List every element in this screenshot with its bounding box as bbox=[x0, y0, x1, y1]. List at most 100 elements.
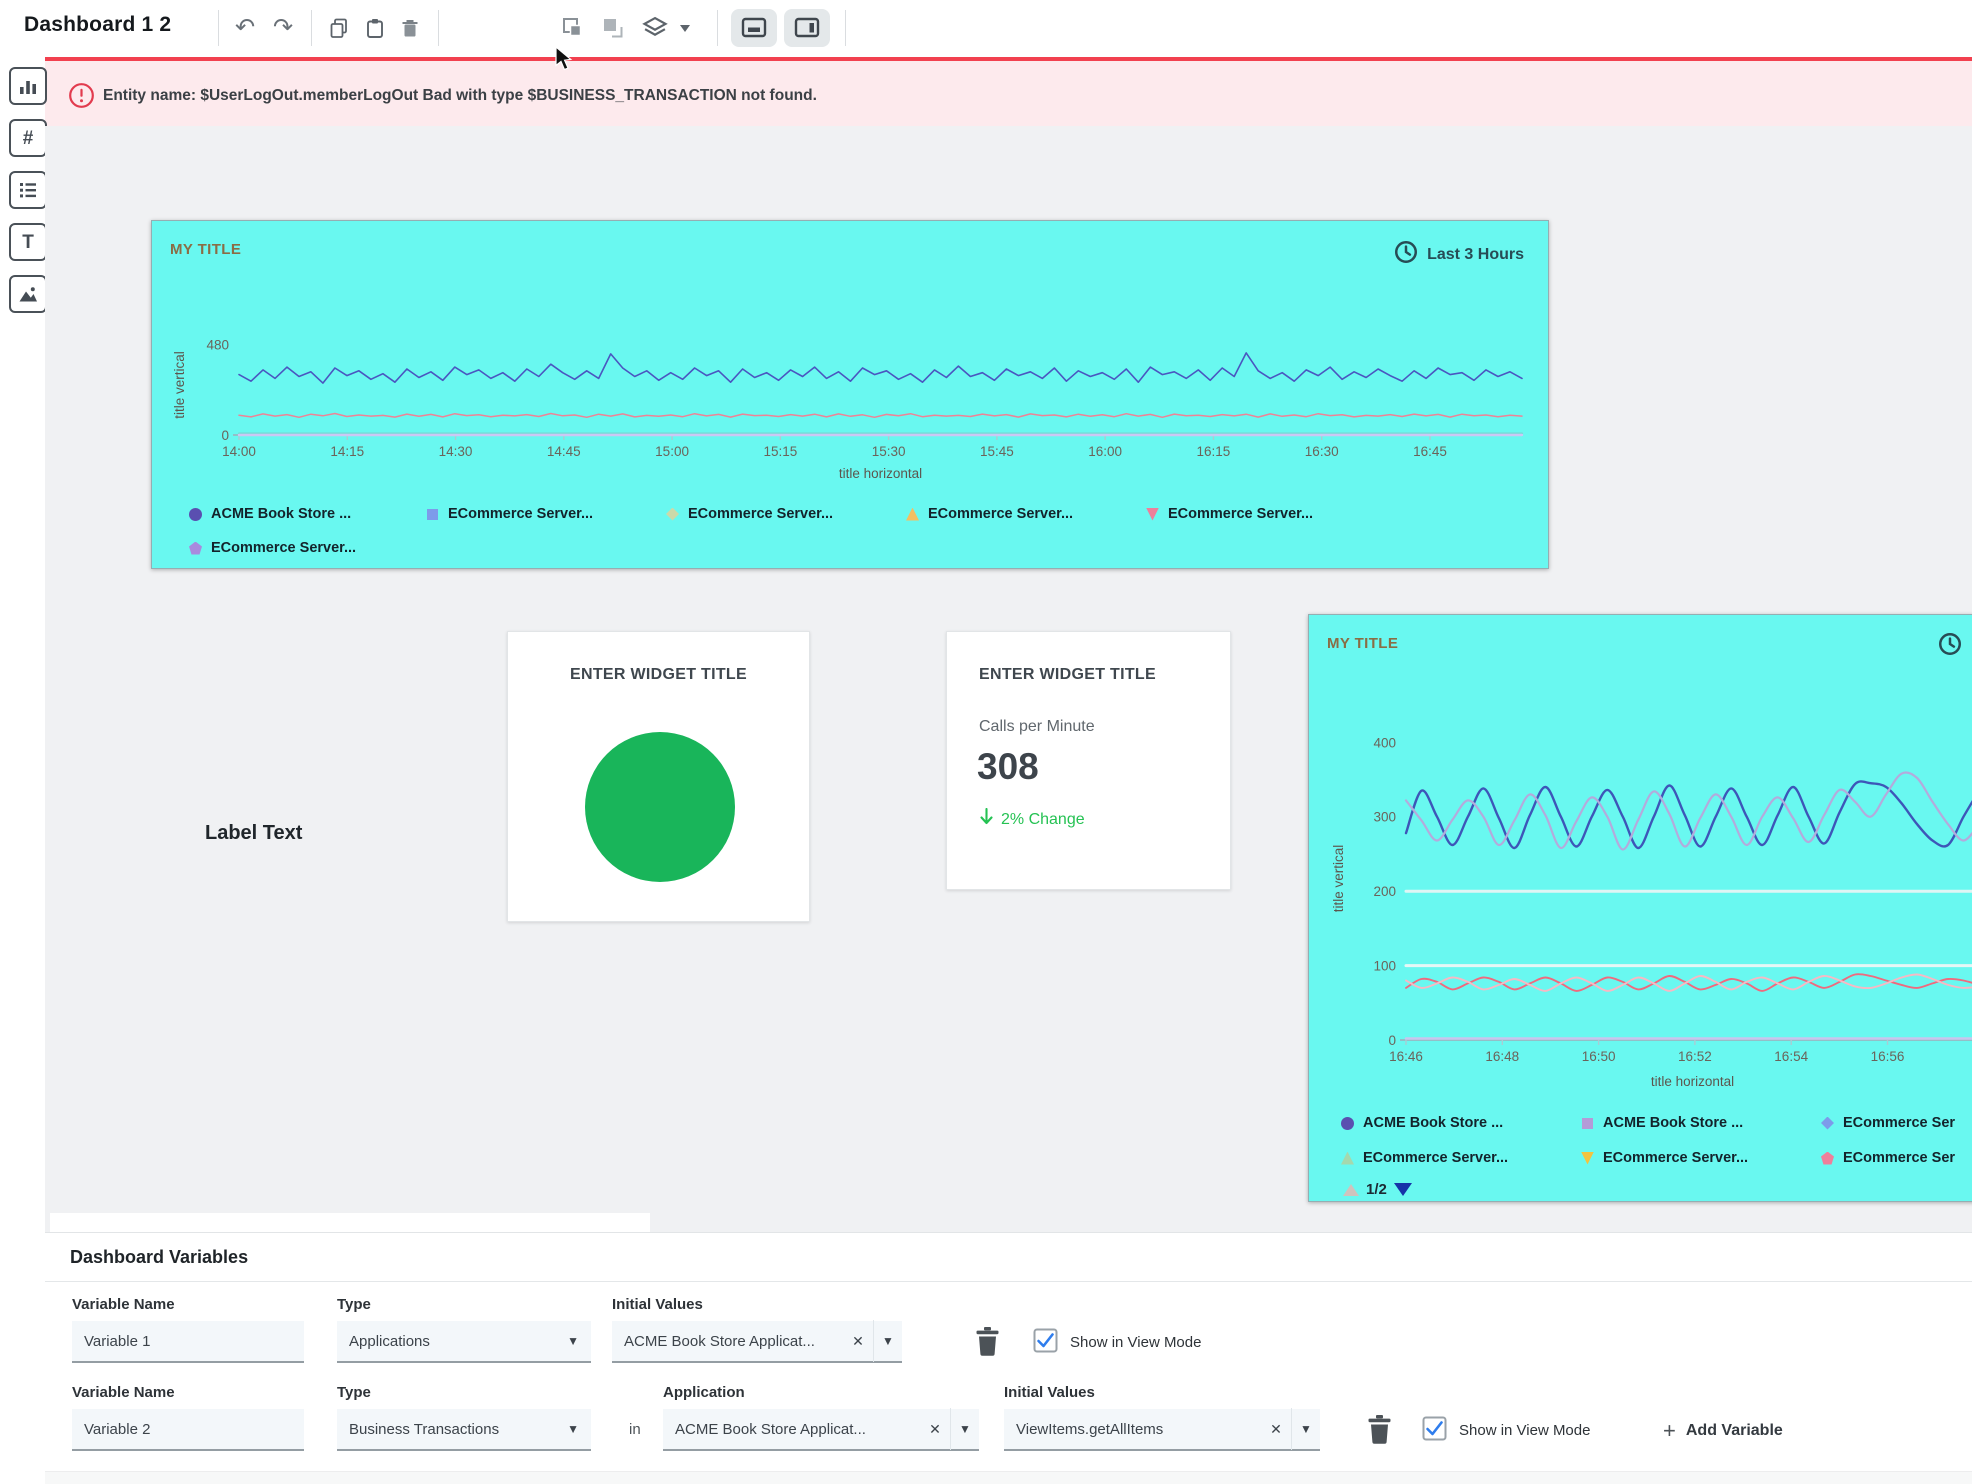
legend-item: ECommerce Server... bbox=[666, 506, 833, 522]
type-label: Type bbox=[337, 1384, 371, 1401]
type-label: Type bbox=[337, 1296, 371, 1313]
type-select[interactable]: Business Transactions▼ bbox=[337, 1409, 591, 1451]
svg-text:16:15: 16:15 bbox=[1197, 444, 1231, 459]
paste-icon[interactable] bbox=[358, 11, 392, 45]
initial-values-select[interactable]: ACME Book Store Applicat... ✕ ▼ bbox=[612, 1321, 902, 1363]
legend-item: ECommerce Server... bbox=[1146, 506, 1313, 522]
metric-widget[interactable]: ENTER WIDGET TITLE Calls per Minute 308 … bbox=[946, 631, 1231, 890]
label-widget[interactable]: Label Text bbox=[205, 822, 302, 845]
panel-right-toggle[interactable] bbox=[784, 9, 830, 47]
toolbar-divider bbox=[438, 10, 439, 46]
delete-variable-icon[interactable] bbox=[975, 1327, 1000, 1361]
timeseries-chart-1: 048014:0014:1514:3014:4515:0015:1515:301… bbox=[167, 321, 1537, 496]
svg-text:16:45: 16:45 bbox=[1413, 444, 1447, 459]
page-up-icon[interactable] bbox=[1343, 1184, 1359, 1196]
group-icon[interactable] bbox=[556, 11, 590, 45]
redo-icon[interactable]: ↷ bbox=[266, 11, 300, 45]
svg-text:16:46: 16:46 bbox=[1389, 1049, 1423, 1064]
svg-text:16:48: 16:48 bbox=[1485, 1049, 1519, 1064]
chevron-down-icon[interactable]: ▼ bbox=[1292, 1422, 1320, 1436]
triangle-down-marker-icon bbox=[1581, 1152, 1594, 1165]
variable-name-input[interactable]: Variable 2 bbox=[72, 1409, 304, 1451]
application-select[interactable]: ACME Book Store Applicat... ✕ ▼ bbox=[663, 1409, 979, 1451]
clear-value-icon[interactable]: ✕ bbox=[1261, 1421, 1291, 1438]
page-down-icon[interactable] bbox=[1394, 1183, 1412, 1196]
svg-text:0: 0 bbox=[1388, 1033, 1396, 1048]
triangle-down-marker-icon bbox=[1146, 508, 1159, 521]
image-widget-icon[interactable] bbox=[9, 275, 47, 313]
chevron-down-icon[interactable]: ▼ bbox=[874, 1334, 902, 1348]
chart-widget-icon[interactable] bbox=[9, 67, 47, 105]
pie-circle bbox=[585, 732, 735, 882]
svg-text:15:45: 15:45 bbox=[980, 444, 1014, 459]
variable-name-label: Variable Name bbox=[72, 1384, 175, 1401]
legend-label: ECommerce Ser bbox=[1843, 1150, 1955, 1166]
ungroup-icon[interactable] bbox=[596, 11, 630, 45]
number-widget-icon[interactable]: # bbox=[9, 119, 47, 157]
svg-text:16:30: 16:30 bbox=[1305, 444, 1339, 459]
widget-title: ENTER WIDGET TITLE bbox=[979, 666, 1156, 684]
panel-bottom-toggle[interactable] bbox=[731, 9, 777, 47]
legend-item: ECommerce Ser bbox=[1821, 1150, 1955, 1166]
clear-value-icon[interactable]: ✕ bbox=[843, 1333, 873, 1350]
svg-text:#: # bbox=[23, 128, 34, 149]
pentagon-marker-icon bbox=[1821, 1152, 1834, 1165]
checkbox-checked-icon[interactable] bbox=[1422, 1416, 1447, 1445]
copy-icon[interactable] bbox=[322, 11, 356, 45]
legend-label: ECommerce Server... bbox=[1603, 1150, 1748, 1166]
legend-item: ACME Book Store ... bbox=[189, 506, 351, 522]
layers-caret-icon[interactable] bbox=[676, 11, 694, 45]
svg-text:title vertical: title vertical bbox=[1331, 845, 1346, 913]
chevron-down-icon[interactable]: ▼ bbox=[951, 1422, 979, 1436]
svg-text:16:50: 16:50 bbox=[1582, 1049, 1616, 1064]
application-label: Application bbox=[663, 1384, 745, 1401]
initial-values-select[interactable]: ViewItems.getAllItems ✕ ▼ bbox=[1004, 1409, 1320, 1451]
canvas-bottom-strip bbox=[50, 1213, 650, 1232]
add-variable-button[interactable]: + Add Variable bbox=[1663, 1418, 1783, 1444]
widget-title: ENTER WIDGET TITLE bbox=[508, 666, 809, 684]
timeseries-widget-1[interactable]: MY TITLE Last 3 Hours 048014:0014:1514:3… bbox=[151, 220, 1549, 569]
delete-variable-icon[interactable] bbox=[1367, 1415, 1392, 1449]
legend-item: ACME Book Store ... bbox=[1341, 1115, 1503, 1131]
time-range[interactable]: Last 3 Hours bbox=[1393, 239, 1524, 270]
time-range[interactable] bbox=[1937, 631, 1963, 662]
timeseries-chart-2: 010020030040016:4616:4816:5016:5216:5416… bbox=[1319, 695, 1972, 1105]
svg-text:title vertical: title vertical bbox=[172, 351, 187, 419]
circle-marker-icon bbox=[189, 508, 202, 521]
type-select[interactable]: Applications▼ bbox=[337, 1321, 591, 1363]
legend-label: ECommerce Server... bbox=[448, 506, 593, 522]
variable-name-input[interactable]: Variable 1 bbox=[72, 1321, 304, 1363]
delete-icon[interactable] bbox=[393, 11, 427, 45]
text-widget-icon[interactable]: T bbox=[9, 223, 47, 261]
initial-values-label: Initial Values bbox=[612, 1296, 703, 1313]
svg-text:14:30: 14:30 bbox=[439, 444, 473, 459]
layers-icon[interactable] bbox=[638, 11, 672, 45]
toolbar-divider bbox=[311, 10, 312, 46]
legend-item: ECommerce Server... bbox=[189, 540, 356, 556]
toolbar-divider bbox=[218, 10, 219, 46]
svg-text:15:00: 15:00 bbox=[655, 444, 689, 459]
legend-item: ECommerce Server... bbox=[426, 506, 593, 522]
top-toolbar: Dashboard 1 2 ↶ ↷ bbox=[0, 0, 1972, 57]
legend-item: ECommerce Server... bbox=[1341, 1150, 1508, 1166]
widget-title: MY TITLE bbox=[170, 241, 241, 258]
error-banner: Entity name: $UserLogOut.memberLogOut Ba… bbox=[45, 57, 1972, 130]
widget-title: MY TITLE bbox=[1327, 635, 1398, 652]
metric-label: Calls per Minute bbox=[979, 718, 1095, 736]
legend-label: ECommerce Server... bbox=[1363, 1150, 1508, 1166]
svg-text:16:52: 16:52 bbox=[1678, 1049, 1712, 1064]
svg-text:480: 480 bbox=[206, 337, 229, 352]
list-widget-icon[interactable] bbox=[9, 171, 47, 209]
svg-text:100: 100 bbox=[1373, 959, 1396, 974]
legend-label: ECommerce Server... bbox=[928, 506, 1073, 522]
svg-text:T: T bbox=[22, 232, 34, 253]
pie-widget[interactable]: ENTER WIDGET TITLE bbox=[507, 631, 810, 922]
svg-text:15:15: 15:15 bbox=[763, 444, 797, 459]
error-circle-icon bbox=[68, 82, 95, 114]
checkbox-checked-icon[interactable] bbox=[1033, 1328, 1058, 1357]
clock-icon bbox=[1393, 239, 1419, 270]
toolbar-divider bbox=[717, 10, 718, 46]
undo-icon[interactable]: ↶ bbox=[228, 11, 262, 45]
timeseries-widget-2[interactable]: MY TITLE 010020030040016:4616:4816:5016:… bbox=[1308, 614, 1972, 1202]
clear-value-icon[interactable]: ✕ bbox=[920, 1421, 950, 1438]
